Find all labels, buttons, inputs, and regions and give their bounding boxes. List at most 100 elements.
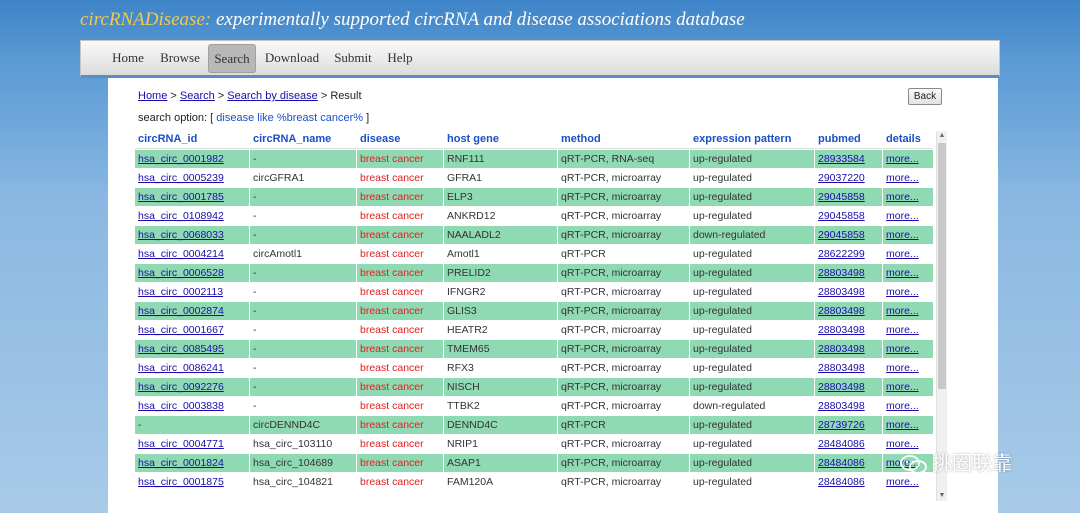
circrna-id-link[interactable]: hsa_circ_0004771 xyxy=(138,438,224,450)
pubmed-link[interactable]: 28803498 xyxy=(818,362,865,374)
table-row: hsa_circ_0005239 circGFRA1 breast cancer GF… xyxy=(135,169,933,187)
circrna-id-link[interactable]: hsa_circ_0001982 xyxy=(138,153,224,165)
cell-circrna-name: - xyxy=(250,378,356,396)
cell-circrna-id: hsa_circ_0068033 xyxy=(135,226,249,244)
breadcrumb-home-link[interactable]: Home xyxy=(138,90,167,102)
pubmed-link[interactable]: 28803498 xyxy=(818,267,865,279)
cell-pubmed: 28803498 xyxy=(815,264,882,282)
circrna-id-link[interactable]: hsa_circ_0001875 xyxy=(138,476,224,488)
details-link[interactable]: more... xyxy=(886,286,919,298)
cell-method: qRT-PCR, microarray xyxy=(558,302,689,320)
cell-circrna-name: - xyxy=(250,150,356,168)
cell-circrna-name: - xyxy=(250,359,356,377)
nav-submit[interactable]: Submit xyxy=(329,44,377,71)
cell-circrna-name: circGFRA1 xyxy=(250,169,356,187)
search-option-prefix: search option: [ xyxy=(138,112,217,124)
pubmed-link[interactable]: 28803498 xyxy=(818,400,865,412)
circrna-id-link[interactable]: hsa_circ_0005239 xyxy=(138,172,224,184)
cell-disease: breast cancer xyxy=(357,454,443,472)
scroll-down-arrow-icon[interactable]: ▼ xyxy=(937,491,947,501)
back-button[interactable]: Back xyxy=(908,88,942,105)
cell-details: more... xyxy=(883,302,933,320)
details-link[interactable]: more... xyxy=(886,229,919,241)
cell-pubmed: 29037220 xyxy=(815,169,882,187)
circrna-id-link[interactable]: hsa_circ_0004214 xyxy=(138,248,224,260)
circrna-id-link[interactable]: hsa_circ_0001824 xyxy=(138,457,224,469)
column-header-circrna-name[interactable]: circRNA_name xyxy=(250,130,356,149)
pubmed-link[interactable]: 28484086 xyxy=(818,438,865,450)
cell-details: more... xyxy=(883,150,933,168)
cell-details: more... xyxy=(883,245,933,263)
column-header-disease[interactable]: disease xyxy=(357,130,443,149)
pubmed-link[interactable]: 28739726 xyxy=(818,419,865,431)
table-scrollbar[interactable]: ▲ ▼ xyxy=(936,131,947,501)
details-link[interactable]: more... xyxy=(886,419,919,431)
pubmed-link[interactable]: 28803498 xyxy=(818,324,865,336)
column-header-pubmed[interactable]: pubmed xyxy=(815,130,882,149)
details-link[interactable]: more... xyxy=(886,172,919,184)
column-header-method[interactable]: method xyxy=(558,130,689,149)
pubmed-link[interactable]: 28803498 xyxy=(818,381,865,393)
cell-disease: breast cancer xyxy=(357,150,443,168)
details-link[interactable]: more... xyxy=(886,248,919,260)
circrna-id-link[interactable]: hsa_circ_0002113 xyxy=(138,286,223,298)
circrna-id-link[interactable]: hsa_circ_0001667 xyxy=(138,324,224,336)
cell-expression-pattern: up-regulated xyxy=(690,245,814,263)
details-link[interactable]: more... xyxy=(886,153,919,165)
details-link[interactable]: more... xyxy=(886,400,919,412)
pubmed-link[interactable]: 29045858 xyxy=(818,210,865,222)
chat-bubbles-icon xyxy=(900,454,928,476)
circrna-id-link[interactable]: hsa_circ_0108942 xyxy=(138,210,224,222)
circrna-id-link[interactable]: hsa_circ_0002874 xyxy=(138,305,224,317)
column-header-host-gene[interactable]: host gene xyxy=(444,130,557,149)
cell-disease: breast cancer xyxy=(357,207,443,225)
nav-help[interactable]: Help xyxy=(384,44,416,71)
cell-method: qRT-PCR, microarray xyxy=(558,169,689,187)
column-header-circrna-id[interactable]: circRNA_id xyxy=(135,130,249,149)
pubmed-link[interactable]: 29045858 xyxy=(818,229,865,241)
details-link[interactable]: more... xyxy=(886,343,919,355)
nav-search[interactable]: Search xyxy=(208,44,256,73)
nav-home[interactable]: Home xyxy=(108,44,148,71)
cell-details: more... xyxy=(883,169,933,187)
pubmed-link[interactable]: 28803498 xyxy=(818,286,865,298)
pubmed-link[interactable]: 28803498 xyxy=(818,343,865,355)
pubmed-link[interactable]: 29037220 xyxy=(818,172,865,184)
nav-download[interactable]: Download xyxy=(261,44,323,71)
cell-method: qRT-PCR xyxy=(558,245,689,263)
pubmed-link[interactable]: 28622299 xyxy=(818,248,865,260)
details-link[interactable]: more... xyxy=(886,324,919,336)
breadcrumb-by-disease-link[interactable]: Search by disease xyxy=(227,90,318,102)
circrna-id-link[interactable]: hsa_circ_0086241 xyxy=(138,362,224,374)
nav-browse[interactable]: Browse xyxy=(156,44,204,71)
details-link[interactable]: more... xyxy=(886,305,919,317)
pubmed-link[interactable]: 28484086 xyxy=(818,476,865,488)
details-link[interactable]: more... xyxy=(886,381,919,393)
cell-method: qRT-PCR, microarray xyxy=(558,264,689,282)
circrna-id-link[interactable]: hsa_circ_0092276 xyxy=(138,381,224,393)
circrna-id-link[interactable]: hsa_circ_0085495 xyxy=(138,343,224,355)
pubmed-link[interactable]: 28803498 xyxy=(818,305,865,317)
column-header-expression-pattern[interactable]: expression pattern xyxy=(690,130,814,149)
pubmed-link[interactable]: 28484086 xyxy=(818,457,865,469)
circrna-id-link[interactable]: hsa_circ_0006528 xyxy=(138,267,224,279)
cell-details: more... xyxy=(883,188,933,206)
details-link[interactable]: more... xyxy=(886,267,919,279)
cell-circrna-name: - xyxy=(250,340,356,358)
circrna-id-link[interactable]: hsa_circ_0001785 xyxy=(138,191,224,203)
cell-circrna-id: hsa_circ_0003838 xyxy=(135,397,249,415)
circrna-id-link[interactable]: hsa_circ_0068033 xyxy=(138,229,224,241)
scrollbar-thumb[interactable] xyxy=(938,143,946,389)
column-header-details[interactable]: details xyxy=(883,130,933,149)
table-header-row: circRNA_id circRNA_name disease host gen… xyxy=(135,130,933,149)
breadcrumb-search-link[interactable]: Search xyxy=(180,90,215,102)
scroll-up-arrow-icon[interactable]: ▲ xyxy=(937,131,947,141)
details-link[interactable]: more... xyxy=(886,362,919,374)
details-link[interactable]: more... xyxy=(886,191,919,203)
details-link[interactable]: more... xyxy=(886,210,919,222)
cell-expression-pattern: down-regulated xyxy=(690,226,814,244)
circrna-id-link[interactable]: hsa_circ_0003838 xyxy=(138,400,224,412)
pubmed-link[interactable]: 28933584 xyxy=(818,153,865,165)
pubmed-link[interactable]: 29045858 xyxy=(818,191,865,203)
cell-method: qRT-PCR, microarray xyxy=(558,473,689,491)
